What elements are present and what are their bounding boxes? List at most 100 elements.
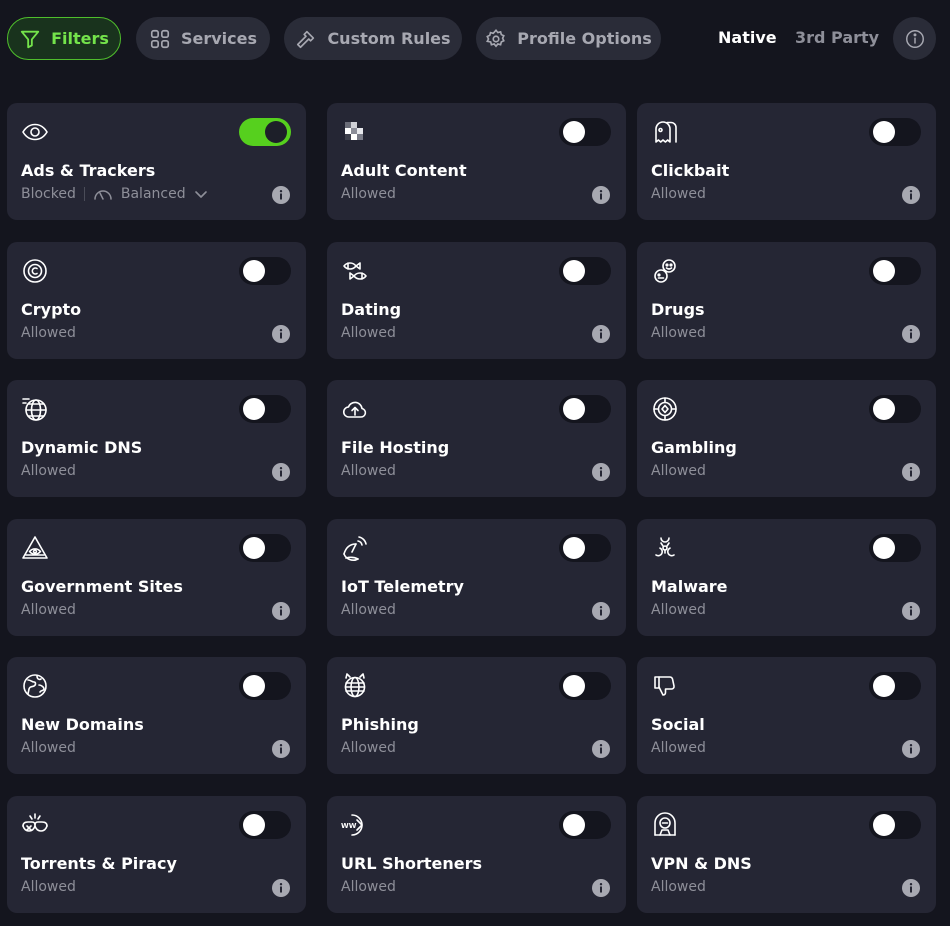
toggle-knob — [873, 398, 895, 420]
info-button[interactable] — [893, 17, 936, 60]
info-icon[interactable] — [272, 325, 290, 343]
info-icon[interactable] — [272, 186, 290, 204]
filter-status: Allowed — [21, 740, 76, 756]
filter-title: IoT Telemetry — [341, 577, 464, 596]
third-party-toggle[interactable]: 3rd Party — [795, 28, 879, 47]
filter-toggle[interactable] — [559, 257, 611, 285]
filter-status: Allowed — [21, 325, 76, 341]
toggle-knob — [563, 537, 585, 559]
filter-toggle[interactable] — [239, 118, 291, 146]
filter-title: Malware — [651, 577, 728, 596]
filter-card-crypto: Crypto Allowed — [7, 242, 306, 359]
filter-toggle[interactable] — [869, 672, 921, 700]
toggle-knob — [873, 675, 895, 697]
filter-status: Allowed — [651, 879, 706, 895]
info-icon[interactable] — [592, 463, 610, 481]
info-icon — [905, 29, 924, 48]
globe-leaf-icon — [21, 672, 49, 700]
toggle-knob — [873, 814, 895, 836]
info-icon[interactable] — [592, 740, 610, 758]
native-toggle[interactable]: Native — [718, 28, 777, 47]
tab-services[interactable]: Services — [136, 17, 270, 60]
tab-filters[interactable]: Filters — [7, 17, 121, 60]
filter-card-gambling: Gambling Allowed — [637, 380, 936, 497]
filter-toggle[interactable] — [869, 118, 921, 146]
tab-profile-options[interactable]: Profile Options — [476, 17, 661, 60]
filter-toggle[interactable] — [559, 672, 611, 700]
toggle-knob — [873, 537, 895, 559]
pixelated-icon — [341, 118, 369, 146]
toggle-knob — [243, 537, 265, 559]
filter-toggle[interactable] — [869, 811, 921, 839]
filter-toggle[interactable] — [239, 395, 291, 423]
toggle-knob — [563, 260, 585, 282]
blocking-level-dropdown[interactable]: Balanced — [93, 186, 208, 202]
filter-status: Blocked — [21, 186, 76, 202]
pills-icon — [651, 257, 679, 285]
status-divider — [83, 187, 85, 201]
filter-toggle[interactable] — [869, 257, 921, 285]
devil-globe-icon — [341, 672, 369, 700]
cloud-upload-icon — [341, 395, 369, 423]
filter-toggle[interactable] — [869, 534, 921, 562]
info-icon[interactable] — [902, 879, 920, 897]
info-icon[interactable] — [272, 879, 290, 897]
vpn-shield-icon — [651, 811, 679, 839]
tab-filters-label: Filters — [51, 29, 109, 48]
filter-card-social: Social Allowed — [637, 657, 936, 774]
tab-profile-options-label: Profile Options — [517, 29, 652, 48]
toggle-knob — [563, 814, 585, 836]
info-icon[interactable] — [902, 602, 920, 620]
filter-card-vpn-and-dns: VPN & DNS Allowed — [637, 796, 936, 913]
toggle-knob — [265, 121, 287, 143]
eye-icon — [21, 118, 49, 146]
filter-card-adult-content: Adult Content Allowed — [327, 103, 626, 220]
blocking-level-label: Balanced — [120, 186, 186, 202]
filter-toggle[interactable] — [239, 672, 291, 700]
filter-title: File Hosting — [341, 438, 450, 457]
info-icon[interactable] — [272, 740, 290, 758]
filter-status: Allowed — [341, 879, 396, 895]
info-icon[interactable] — [902, 740, 920, 758]
filter-status: Allowed — [341, 463, 396, 479]
info-icon[interactable] — [592, 602, 610, 620]
biohazard-icon — [651, 534, 679, 562]
filter-card-iot-telemetry: IoT Telemetry Allowed — [327, 519, 626, 636]
tab-custom-rules[interactable]: Custom Rules — [284, 17, 462, 60]
tab-services-label: Services — [180, 29, 258, 48]
filter-title: Adult Content — [341, 161, 467, 180]
info-icon[interactable] — [902, 186, 920, 204]
info-icon[interactable] — [902, 463, 920, 481]
filter-card-url-shorteners: WW URL Shorteners Allowed — [327, 796, 626, 913]
filter-toggle[interactable] — [239, 811, 291, 839]
filter-toggle[interactable] — [559, 811, 611, 839]
info-icon[interactable] — [902, 325, 920, 343]
filter-status: Allowed — [341, 325, 396, 341]
filter-status: Allowed — [21, 879, 76, 895]
filter-toggle[interactable] — [239, 534, 291, 562]
filter-toggle[interactable] — [559, 534, 611, 562]
filter-title: New Domains — [21, 715, 144, 734]
eyepatch-icon — [21, 811, 49, 839]
filter-status: Allowed — [341, 602, 396, 618]
filter-title: Ads & Trackers — [21, 161, 156, 180]
filter-status: Allowed — [341, 186, 396, 202]
filter-toggle[interactable] — [239, 257, 291, 285]
thumbs-down-icon — [651, 672, 679, 700]
toggle-knob — [563, 398, 585, 420]
info-icon[interactable] — [592, 879, 610, 897]
gear-icon — [486, 28, 506, 48]
info-icon[interactable] — [592, 325, 610, 343]
filter-card-clickbait: Clickbait Allowed — [637, 103, 936, 220]
toggle-knob — [563, 121, 585, 143]
filter-toggle[interactable] — [559, 395, 611, 423]
info-icon[interactable] — [592, 186, 610, 204]
filter-card-dating: Dating Allowed — [327, 242, 626, 359]
filter-title: Social — [651, 715, 705, 734]
filter-toggle[interactable] — [559, 118, 611, 146]
info-icon[interactable] — [272, 463, 290, 481]
filter-icon — [20, 30, 40, 48]
info-icon[interactable] — [272, 602, 290, 620]
filter-status: Allowed — [651, 186, 706, 202]
filter-toggle[interactable] — [869, 395, 921, 423]
